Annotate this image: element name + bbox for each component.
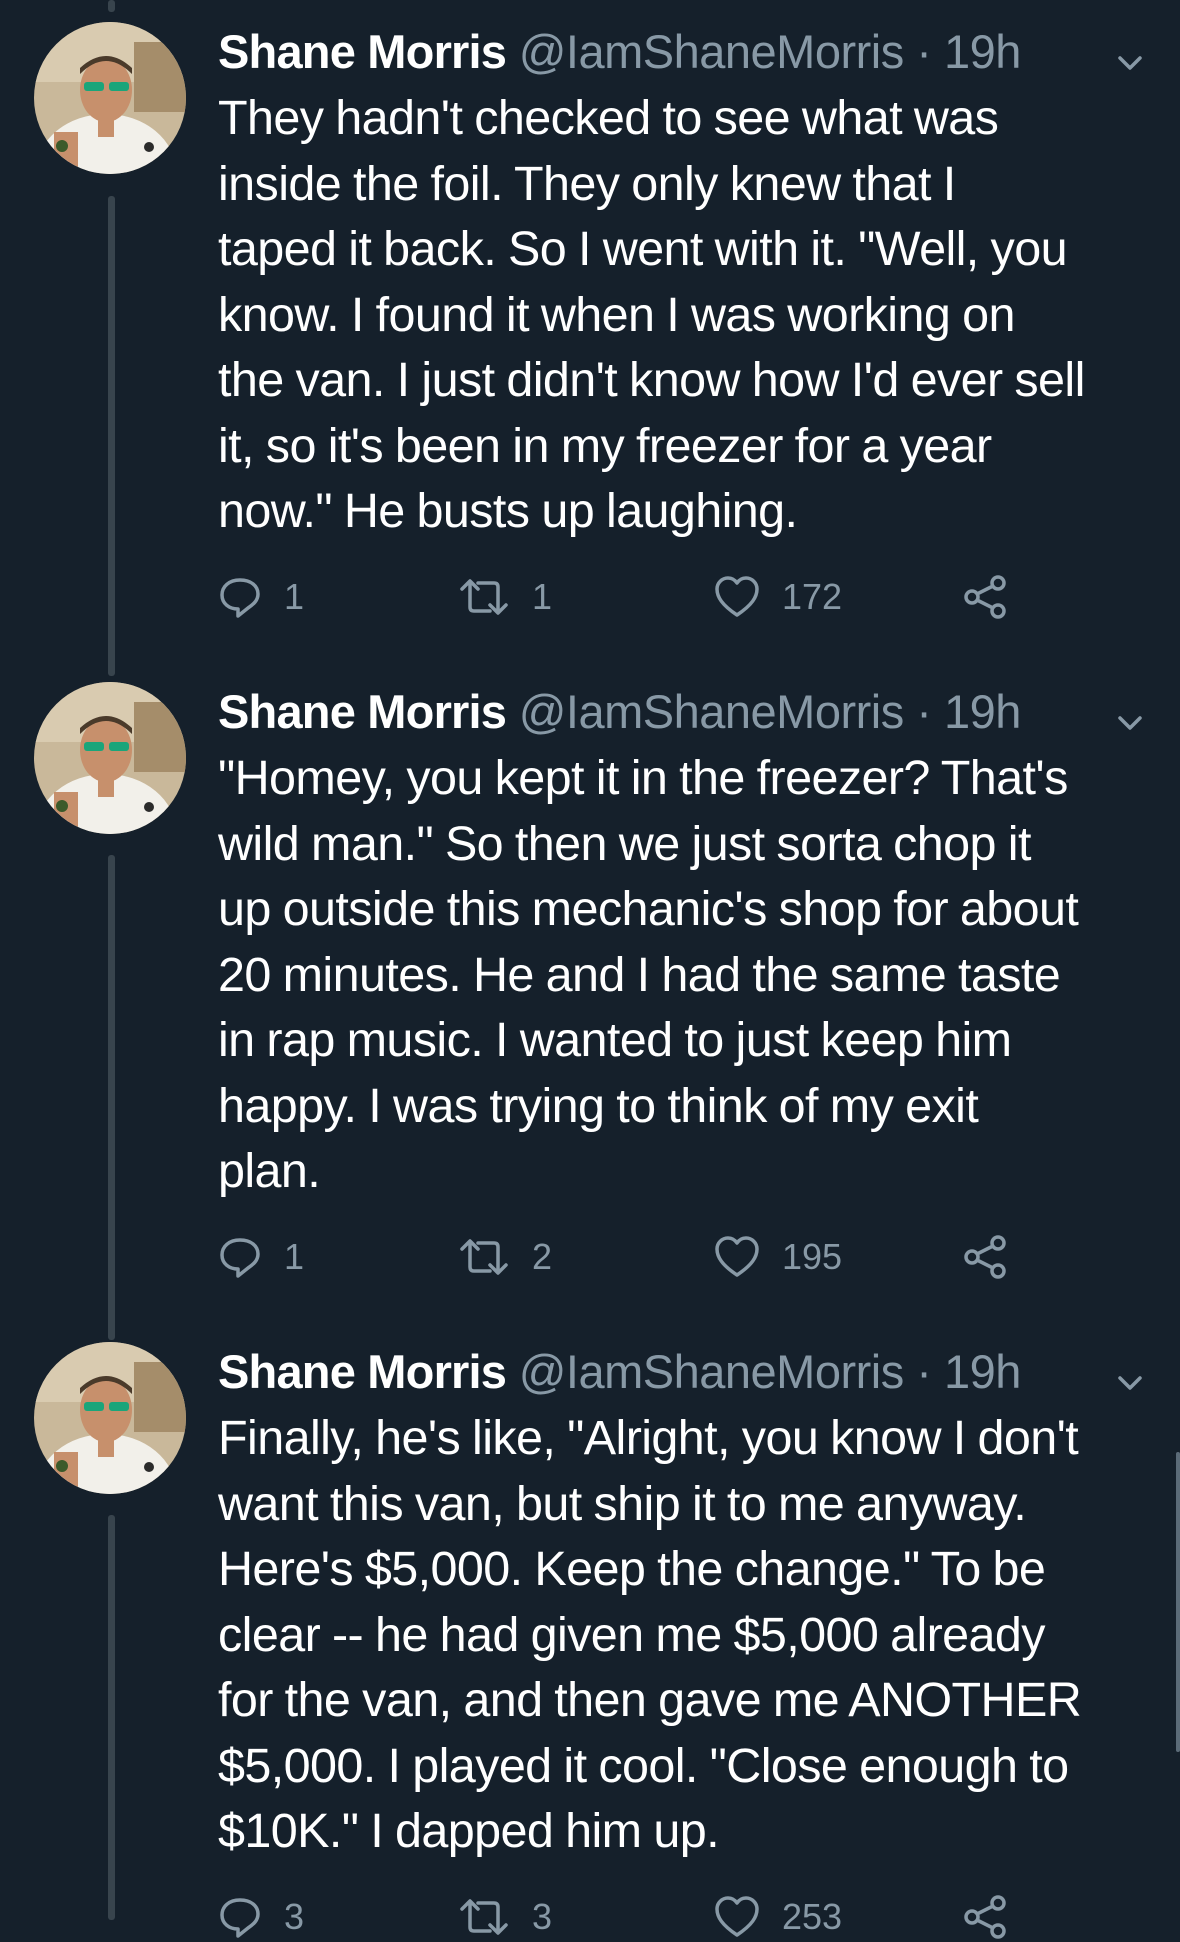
reply-icon — [218, 1895, 262, 1939]
retweet-count: 1 — [532, 576, 553, 617]
author-name[interactable]: Shane Morris — [218, 685, 507, 738]
separator-dot: · — [916, 25, 932, 78]
like-count: 172 — [782, 576, 843, 617]
separator-dot: · — [916, 1345, 932, 1398]
tweet-actions: 1 1 172 — [218, 572, 1018, 622]
retweet-icon — [458, 1895, 510, 1939]
tweet-text: They hadn't checked to see what was insi… — [218, 91, 1085, 538]
reply-icon — [218, 575, 262, 619]
tweet[interactable]: Shane Morris @IamShaneMorris · 19h Final… — [0, 1342, 1180, 1942]
retweet-button[interactable]: 2 — [458, 1232, 552, 1282]
heart-icon — [714, 1235, 760, 1279]
retweet-icon — [458, 1235, 510, 1279]
chevron-down-icon[interactable] — [1110, 1356, 1150, 1392]
tweet-timestamp[interactable]: 19h — [944, 685, 1021, 738]
like-button[interactable]: 172 — [714, 572, 842, 622]
avatar[interactable] — [34, 1342, 186, 1494]
tweet-timestamp[interactable]: 19h — [944, 25, 1021, 78]
avatar[interactable] — [34, 682, 186, 834]
share-button[interactable] — [962, 1892, 1008, 1942]
like-count: 253 — [782, 1896, 843, 1937]
chevron-down-icon[interactable] — [1110, 696, 1150, 732]
tweet-actions: 1 2 195 — [218, 1232, 1018, 1282]
tweet-header: Shane Morris @IamShaneMorris · 19h — [218, 1342, 1150, 1402]
reply-count: 1 — [284, 1236, 305, 1277]
share-button[interactable] — [962, 572, 1008, 622]
separator-dot: · — [916, 685, 932, 738]
author-handle[interactable]: @IamShaneMorris — [519, 685, 905, 738]
reply-button[interactable]: 3 — [218, 1892, 304, 1942]
author-name[interactable]: Shane Morris — [218, 25, 507, 78]
chevron-down-icon[interactable] — [1110, 36, 1150, 72]
heart-icon — [714, 575, 760, 619]
reply-button[interactable]: 1 — [218, 1232, 304, 1282]
retweet-button[interactable]: 1 — [458, 572, 552, 622]
like-count: 195 — [782, 1236, 843, 1277]
tweet-header: Shane Morris @IamShaneMorris · 19h — [218, 22, 1150, 82]
retweet-icon — [458, 575, 510, 619]
tweet-actions: 3 3 253 — [218, 1892, 1018, 1942]
reply-icon — [218, 1235, 262, 1279]
tweet-header: Shane Morris @IamShaneMorris · 19h — [218, 682, 1150, 742]
scrollbar[interactable] — [1176, 1452, 1180, 1752]
avatar[interactable] — [34, 22, 186, 174]
thread-line — [108, 0, 115, 12]
tweet-text: Finally, he's like, "Alright, you know I… — [218, 1411, 1082, 1858]
share-icon — [962, 1895, 1008, 1939]
tweet-timestamp[interactable]: 19h — [944, 1345, 1021, 1398]
like-button[interactable]: 195 — [714, 1232, 842, 1282]
share-icon — [962, 575, 1008, 619]
author-handle[interactable]: @IamShaneMorris — [519, 1345, 905, 1398]
share-icon — [962, 1235, 1008, 1279]
author-handle[interactable]: @IamShaneMorris — [519, 25, 905, 78]
author-name[interactable]: Shane Morris — [218, 1345, 507, 1398]
tweet[interactable]: Shane Morris @IamShaneMorris · 19h "Home… — [0, 682, 1180, 1282]
reply-count: 3 — [284, 1896, 305, 1937]
like-button[interactable]: 253 — [714, 1892, 842, 1942]
retweet-button[interactable]: 3 — [458, 1892, 552, 1942]
reply-count: 1 — [284, 576, 305, 617]
share-button[interactable] — [962, 1232, 1008, 1282]
tweet-text: "Homey, you kept it in the freezer? That… — [218, 751, 1079, 1198]
retweet-count: 2 — [532, 1236, 553, 1277]
heart-icon — [714, 1895, 760, 1939]
tweet[interactable]: Shane Morris @IamShaneMorris · 19h They … — [0, 22, 1180, 622]
reply-button[interactable]: 1 — [218, 572, 304, 622]
retweet-count: 3 — [532, 1896, 553, 1937]
